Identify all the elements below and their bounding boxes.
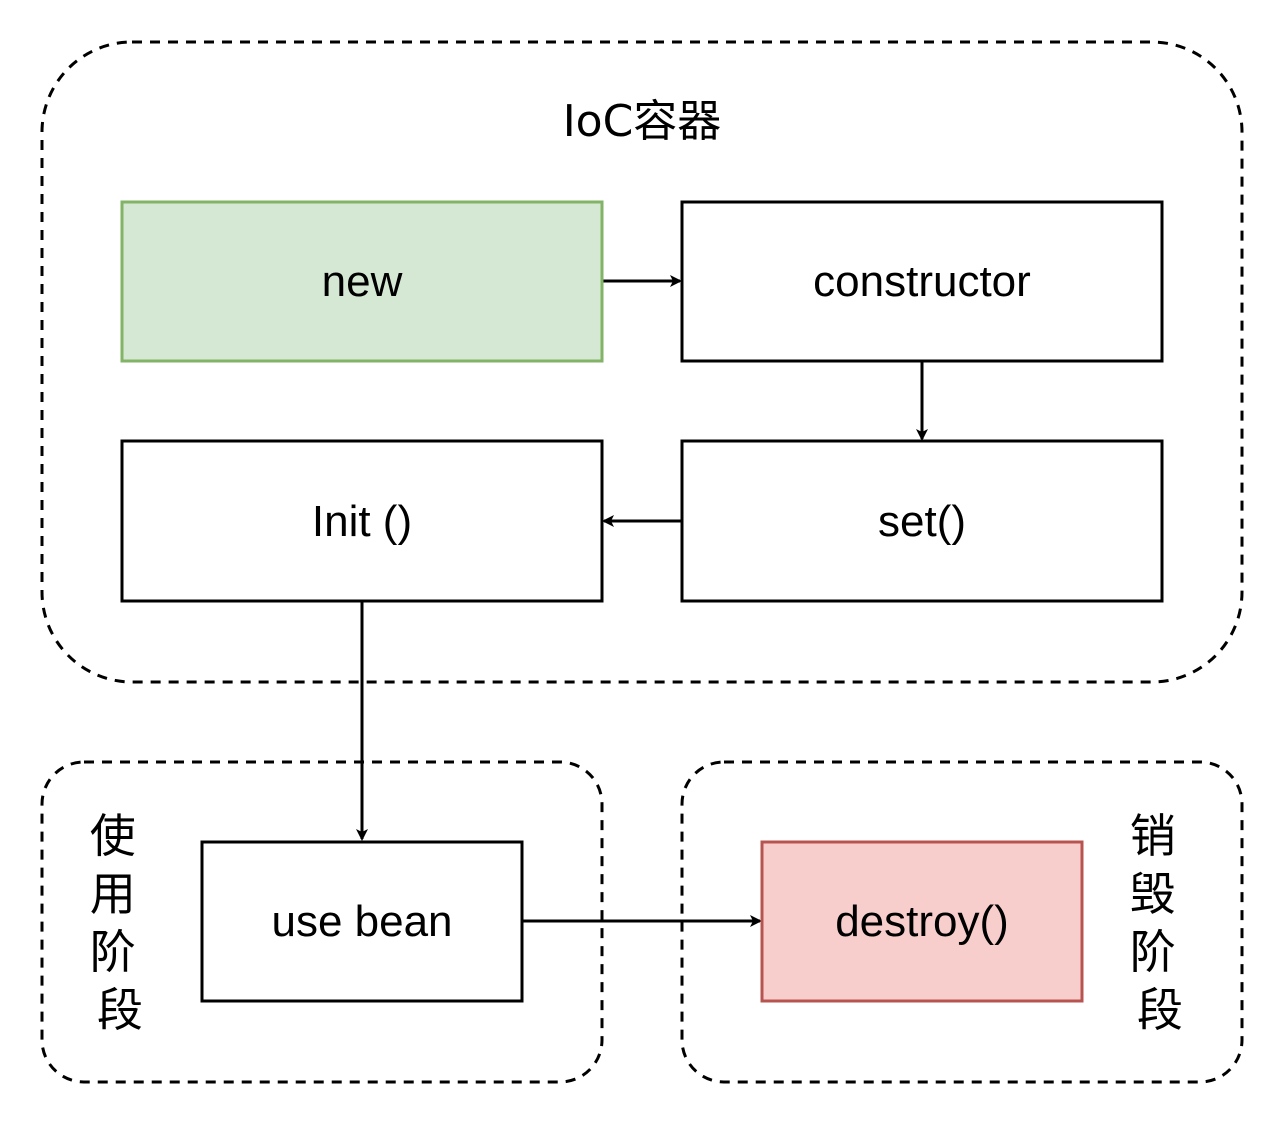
use-phase-char: 用 xyxy=(90,867,136,921)
node-init-label: Init () xyxy=(312,497,412,546)
node-use-bean: use bean xyxy=(200,840,524,1003)
node-new-label: new xyxy=(322,257,403,306)
node-constructor: constructor xyxy=(680,200,1164,363)
destroy-phase-label: 销 毁 阶 段 xyxy=(1130,809,1191,1037)
ioc-lifecycle-diagram: IoC容器 使 用 阶 段 销 毁 阶 段 new constructor se… xyxy=(40,40,1244,1084)
node-destroy-label: destroy() xyxy=(835,897,1009,946)
node-constructor-label: constructor xyxy=(813,257,1031,306)
node-new: new xyxy=(120,200,604,363)
destroy-phase-char: 阶 xyxy=(1130,925,1176,979)
destroy-phase-char: 段 xyxy=(1137,983,1183,1037)
node-destroy: destroy() xyxy=(760,840,1084,1003)
use-phase-char: 使 xyxy=(90,809,136,863)
ioc-container-label: IoC容器 xyxy=(563,96,722,147)
node-use-bean-label: use bean xyxy=(271,897,452,946)
destroy-phase-char: 毁 xyxy=(1130,867,1176,921)
use-phase-label: 使 用 阶 段 xyxy=(90,809,151,1037)
node-set: set() xyxy=(680,439,1164,603)
use-phase-char: 阶 xyxy=(90,925,136,979)
use-phase-char: 段 xyxy=(97,983,143,1037)
node-set-label: set() xyxy=(878,497,966,546)
node-init: Init () xyxy=(120,439,604,603)
destroy-phase-char: 销 xyxy=(1130,809,1176,863)
